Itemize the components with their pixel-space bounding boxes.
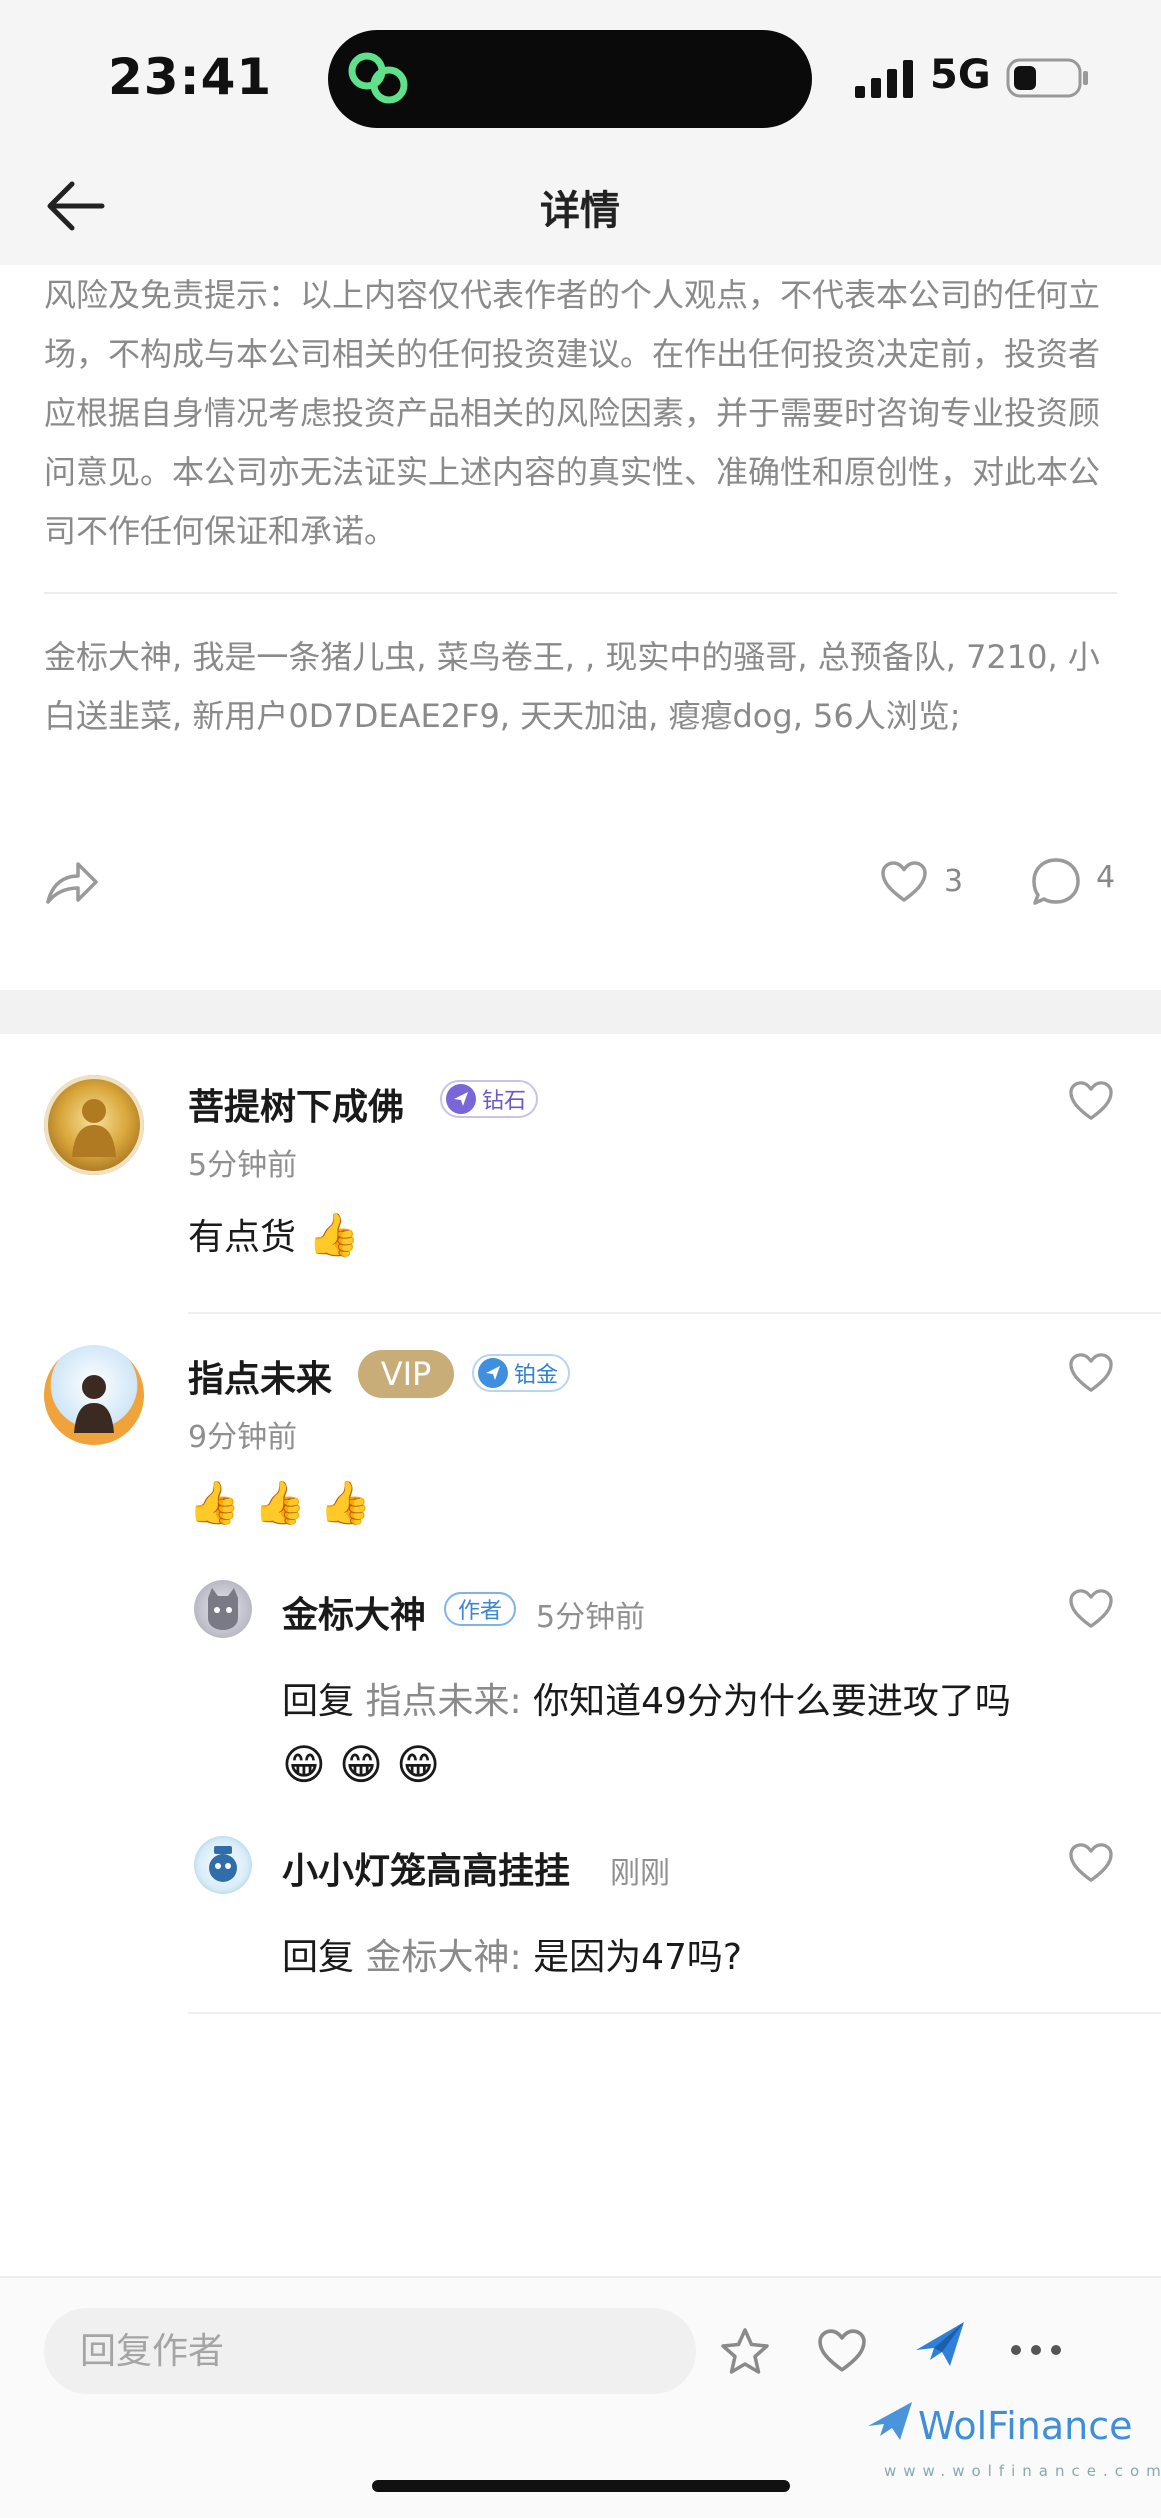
- reply-time: 刚刚: [610, 1856, 670, 1891]
- avatar[interactable]: [44, 1075, 144, 1175]
- section-separator: [0, 990, 1161, 1034]
- thumbs-up-emoji: 👍 👍 👍: [188, 1478, 372, 1527]
- more-options-icon[interactable]: [1010, 2340, 1062, 2360]
- status-time: 23:41: [108, 48, 273, 106]
- author-tag: 作者: [444, 1592, 517, 1626]
- watermark-brand: WolFinance: [918, 2404, 1133, 2448]
- viewer-list: 金标大神, 我是一条猪儿虫, 菜鸟卷王, , 现实中的骚哥, 总预备队, 721…: [44, 638, 1100, 735]
- badge-label: 钻石: [482, 1089, 527, 1114]
- home-indicator[interactable]: [372, 2480, 790, 2492]
- comment-username[interactable]: 菩提树下成佛: [188, 1078, 404, 1130]
- reply-username[interactable]: 小小灯笼高高挂挂: [282, 1842, 570, 1894]
- reply-prefix: 回复: [282, 1681, 355, 1722]
- buddha-icon: [72, 1099, 116, 1157]
- divider: [188, 1312, 1161, 1314]
- comment-time: 9分钟前: [188, 1420, 298, 1455]
- avatar[interactable]: [194, 1580, 252, 1638]
- grin-emoji: 😁 😁 😁: [282, 1740, 441, 1789]
- comment-icon[interactable]: [1030, 856, 1082, 908]
- reply-prefix: 回复: [282, 1937, 355, 1978]
- comment-time: 5分钟前: [188, 1148, 298, 1183]
- divider: [44, 592, 1117, 594]
- mascot-icon: [209, 1846, 237, 1882]
- platinum-rank-icon: [478, 1358, 508, 1388]
- link-icon: [348, 52, 408, 104]
- reply-like-icon[interactable]: [1068, 1842, 1114, 1884]
- signal-icon: [855, 60, 913, 98]
- divider: [188, 2012, 1161, 2014]
- badge-platinum: 铂金: [472, 1354, 571, 1392]
- vip-badge: VIP: [358, 1350, 454, 1398]
- badge-label: 铂金: [514, 1363, 559, 1388]
- battery-icon: [1006, 58, 1088, 98]
- risk-disclaimer: 风险及免责提示：以上内容仅代表作者的个人观点，不代表本公司的任何立场，不构成与本…: [44, 276, 1101, 550]
- like-heart-icon[interactable]: [816, 2328, 868, 2374]
- avatar[interactable]: [194, 1836, 252, 1894]
- favorite-star-icon[interactable]: [718, 2326, 772, 2378]
- reply-text: 回复 指点未来: 你知道49分为什么要进攻了吗: [282, 1672, 1011, 1724]
- badge-diamond: 钻石: [440, 1080, 539, 1118]
- forward-bird-icon[interactable]: [910, 2316, 970, 2376]
- watermark-url: www.wolfinance.com: [884, 2462, 1161, 2480]
- reply-body: 你知道49分为什么要进攻了吗: [533, 1681, 1011, 1722]
- person-icon: [74, 1375, 114, 1433]
- comment-like-icon[interactable]: [1068, 1352, 1114, 1394]
- reply-target-user[interactable]: 指点未来:: [365, 1681, 521, 1722]
- thumbs-up-emoji: 👍: [307, 1210, 360, 1259]
- reply-text: 回复 金标大神: 是因为47吗?: [282, 1928, 742, 1980]
- comment-count: 4: [1096, 860, 1116, 895]
- reply-username[interactable]: 金标大神: [282, 1586, 426, 1638]
- avatar[interactable]: [44, 1345, 144, 1445]
- wolfinance-logo-icon: [868, 2402, 912, 2440]
- reply-author-input[interactable]: [44, 2308, 696, 2394]
- page-title: 详情: [540, 188, 620, 234]
- network-type: 5G: [930, 52, 991, 98]
- comment-like-icon[interactable]: [1068, 1080, 1114, 1122]
- comment-text: 有点货 👍: [188, 1208, 360, 1260]
- comment-username[interactable]: 指点未来: [188, 1350, 332, 1402]
- back-arrow-icon[interactable]: [44, 178, 106, 234]
- reply-like-icon[interactable]: [1068, 1588, 1114, 1630]
- diamond-rank-icon: [446, 1084, 476, 1114]
- like-count: 3: [944, 864, 964, 899]
- reply-target-user[interactable]: 金标大神:: [365, 1937, 521, 1978]
- comment-body: 有点货: [188, 1217, 297, 1258]
- share-icon[interactable]: [44, 858, 100, 906]
- reply-time: 5分钟前: [536, 1600, 646, 1635]
- like-heart-icon[interactable]: [880, 860, 928, 904]
- cat-icon: [208, 1588, 238, 1630]
- reply-body: 是因为47吗?: [533, 1937, 742, 1978]
- dynamic-island: [328, 30, 812, 128]
